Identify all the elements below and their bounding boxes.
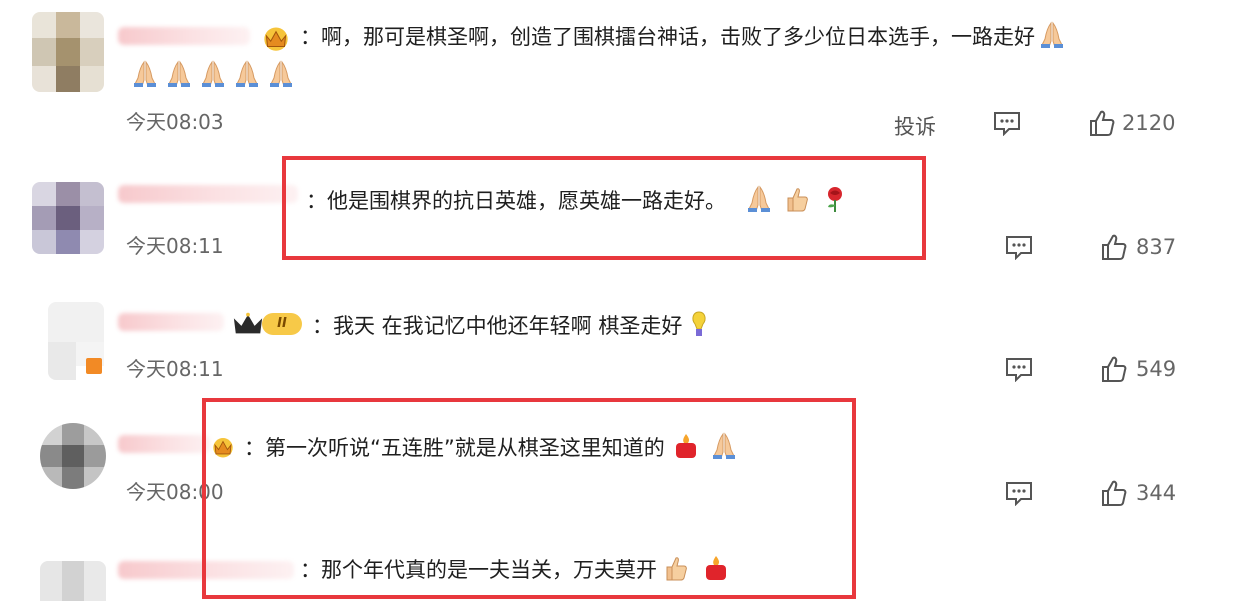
highlight-box: [202, 398, 856, 599]
like-icon[interactable]: [1100, 355, 1128, 383]
comment-time: 今天08:11: [126, 234, 224, 258]
highlight-box: [282, 156, 926, 260]
comment-item: ：啊，那可是棋圣啊，创造了围棋擂台神话，击败了多少位日本选手，一路走好 今天08…: [0, 0, 1242, 150]
pray-emoji-icon: [200, 60, 226, 88]
avatar[interactable]: [40, 561, 106, 601]
username-blurred[interactable]: [118, 185, 298, 203]
pray-emoji-icon: [234, 60, 260, 88]
comment-item: II ：我天 在我记忆中他还年轻啊 棋圣走好 今天08:11 549: [0, 270, 1242, 395]
comment-time: 今天08:03: [126, 110, 224, 134]
like-icon[interactable]: [1100, 233, 1128, 261]
comment-icon[interactable]: [992, 110, 1022, 136]
like-count: 549: [1136, 357, 1177, 381]
level-badge: II: [262, 313, 302, 335]
username-blurred[interactable]: [118, 435, 210, 453]
comment-emoji-row: [128, 60, 298, 91]
pray-emoji-icon: [132, 60, 158, 88]
pray-emoji-icon: [166, 60, 192, 88]
username-blurred[interactable]: [118, 313, 224, 331]
like-count: 344: [1136, 481, 1177, 505]
like-count: 837: [1136, 235, 1177, 259]
vip-crown-badge: II: [232, 310, 304, 338]
like-count: 2120: [1122, 111, 1176, 135]
username-blurred[interactable]: [118, 27, 250, 45]
like-icon[interactable]: [1100, 479, 1128, 507]
comment-time: 今天08:11: [126, 357, 224, 381]
comment-icon[interactable]: [1004, 480, 1034, 506]
report-button[interactable]: 投诉: [894, 111, 936, 141]
comment-icon[interactable]: [1004, 234, 1034, 260]
comment-icon[interactable]: [1004, 356, 1034, 382]
comment-text: ：我天 在我记忆中他还年轻啊 棋圣走好: [312, 310, 716, 341]
crown-icon: [233, 312, 263, 334]
pray-emoji-icon: [268, 60, 294, 88]
pray-emoji-icon: [1039, 21, 1065, 49]
avatar[interactable]: [40, 423, 106, 489]
like-icon[interactable]: [1088, 109, 1116, 137]
avatar[interactable]: [32, 182, 104, 254]
avatar-badge: [86, 358, 102, 374]
bulb-emoji-icon: [686, 310, 712, 338]
comment-text: ：啊，那可是棋圣啊，创造了围棋擂台神话，击败了多少位日本选手，一路走好: [300, 21, 1069, 52]
crown-badge-icon: [258, 22, 294, 52]
avatar[interactable]: [32, 12, 104, 92]
